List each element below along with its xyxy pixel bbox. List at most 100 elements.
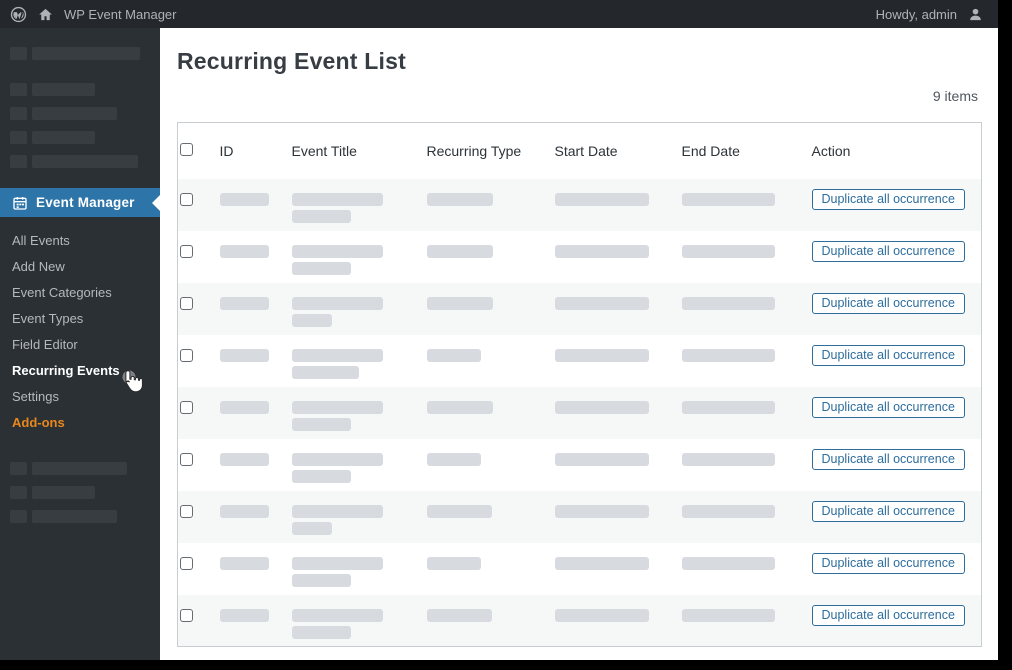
column-header-end-date: End Date [681, 142, 740, 159]
duplicate-all-occurrence-button[interactable]: Duplicate all occurrence [811, 448, 965, 470]
sidebar-skeleton-item [10, 510, 160, 523]
table-row: Duplicate all occurrence [177, 282, 982, 335]
skeleton-id [219, 504, 269, 518]
sidebar-skeleton-group-bottom [0, 462, 160, 534]
skeleton-recurring-type [426, 452, 481, 466]
table-row: Duplicate all occurrence [178, 439, 982, 491]
skeleton-bar [32, 510, 117, 523]
table-row: Duplicate all occurrence [178, 335, 982, 387]
sidebar-item-recurring-events[interactable]: Recurring Events [0, 358, 160, 384]
user-icon[interactable] [967, 6, 984, 23]
table-row: Duplicate all occurrence [177, 386, 982, 439]
skeleton-icon [10, 83, 27, 96]
row-checkbox[interactable] [180, 296, 193, 310]
skeleton-bar [32, 462, 127, 475]
event-manager-submenu: All Events Add New Event Categories Event T… [0, 228, 160, 436]
row-checkbox[interactable] [180, 400, 193, 414]
skeleton-start-date [554, 452, 649, 466]
skeleton-id [219, 608, 269, 622]
sidebar-item-event-categories[interactable]: Event Categories [0, 280, 160, 306]
duplicate-all-occurrence-button[interactable]: Duplicate all occurrence [811, 604, 965, 626]
sidebar-item-event-types[interactable]: Event Types [0, 306, 160, 332]
skeleton-start-date [554, 296, 649, 310]
skeleton-start-date [554, 608, 649, 622]
skeleton-event-title-line2 [291, 521, 332, 535]
skeleton-recurring-type [426, 348, 481, 362]
skeleton-id [219, 296, 269, 310]
skeleton-end-date [681, 244, 775, 258]
skeleton-bar [32, 131, 95, 144]
row-checkbox[interactable] [180, 608, 193, 622]
skeleton-event-title-line2 [291, 313, 332, 327]
skeleton-event-title-line1 [291, 556, 383, 570]
skeleton-start-date [554, 192, 649, 206]
duplicate-all-occurrence-button[interactable]: Duplicate all occurrence [811, 552, 965, 574]
skeleton-event-title-line2 [291, 261, 351, 275]
skeleton-end-date [681, 192, 775, 206]
skeleton-icon [10, 510, 27, 523]
wordpress-logo-icon[interactable] [10, 6, 27, 23]
skeleton-end-date [681, 348, 775, 362]
row-checkbox[interactable] [180, 504, 193, 518]
skeleton-event-title-line1 [291, 400, 383, 414]
row-checkbox[interactable] [180, 452, 193, 466]
row-checkbox[interactable] [180, 556, 193, 570]
skeleton-bar [32, 47, 140, 60]
skeleton-bar [32, 486, 95, 499]
sidebar-item-settings[interactable]: Settings [0, 384, 160, 410]
table-row: Duplicate all occurrence [177, 594, 982, 647]
row-checkbox[interactable] [180, 192, 193, 206]
sidebar-item-add-new[interactable]: Add New [0, 254, 160, 280]
sidebar-item-event-manager[interactable]: Event Manager [0, 188, 160, 217]
skeleton-icon [10, 486, 27, 499]
skeleton-icon [10, 131, 27, 144]
skeleton-start-date [554, 400, 649, 414]
table-row: Duplicate all occurrence [178, 543, 982, 595]
sidebar-skeleton-item [10, 131, 160, 144]
skeleton-icon [10, 107, 27, 120]
skeleton-recurring-type [426, 556, 481, 570]
duplicate-all-occurrence-button[interactable]: Duplicate all occurrence [811, 188, 965, 210]
duplicate-all-occurrence-button[interactable]: Duplicate all occurrence [811, 500, 965, 522]
sidebar-item-all-events[interactable]: All Events [0, 228, 160, 254]
skeleton-id [219, 556, 269, 570]
home-icon[interactable] [37, 6, 54, 23]
skeleton-end-date [681, 452, 775, 466]
skeleton-end-date [681, 556, 775, 570]
calendar-icon [12, 195, 28, 211]
sidebar-item-add-ons[interactable]: Add-ons [0, 410, 160, 436]
skeleton-event-title-line2 [291, 469, 351, 483]
skeleton-id [219, 192, 269, 206]
skeleton-recurring-type [426, 504, 492, 518]
duplicate-all-occurrence-button[interactable]: Duplicate all occurrence [811, 292, 965, 314]
main-content: Recurring Event List 9 items ID Event Ti… [160, 28, 998, 660]
table-row: Duplicate all occurrence [178, 231, 982, 283]
site-name[interactable]: WP Event Manager [64, 7, 176, 22]
howdy-text[interactable]: Howdy, admin [876, 7, 957, 22]
sidebar-item-field-editor[interactable]: Field Editor [0, 332, 160, 358]
skeleton-end-date [681, 296, 775, 310]
skeleton-start-date [554, 244, 649, 258]
skeleton-icon [10, 47, 27, 60]
sidebar-item-label: Event Manager [36, 195, 135, 210]
current-menu-arrow [152, 194, 160, 211]
duplicate-all-occurrence-button[interactable]: Duplicate all occurrence [811, 396, 965, 418]
skeleton-start-date [554, 556, 649, 570]
wordpress-admin: WP Event Manager Howdy, admin Event Mana… [0, 0, 998, 660]
row-checkbox[interactable] [180, 348, 193, 362]
skeleton-event-title-line2 [291, 365, 359, 379]
page-title: Recurring Event List [177, 48, 406, 74]
duplicate-all-occurrence-button[interactable]: Duplicate all occurrence [811, 344, 965, 366]
duplicate-all-occurrence-button[interactable]: Duplicate all occurrence [811, 240, 965, 262]
sidebar-skeleton-item [10, 486, 160, 499]
skeleton-start-date [554, 504, 649, 518]
sidebar-skeleton-item [10, 107, 160, 120]
sidebar-skeleton-group-top [0, 47, 160, 179]
items-count: 9 items [932, 88, 978, 104]
sidebar-skeleton-item [10, 47, 160, 60]
skeleton-event-title-line2 [291, 573, 351, 587]
select-all-checkbox[interactable] [180, 142, 193, 156]
row-checkbox[interactable] [180, 244, 193, 258]
skeleton-event-title-line1 [291, 192, 383, 206]
skeleton-end-date [681, 400, 775, 414]
